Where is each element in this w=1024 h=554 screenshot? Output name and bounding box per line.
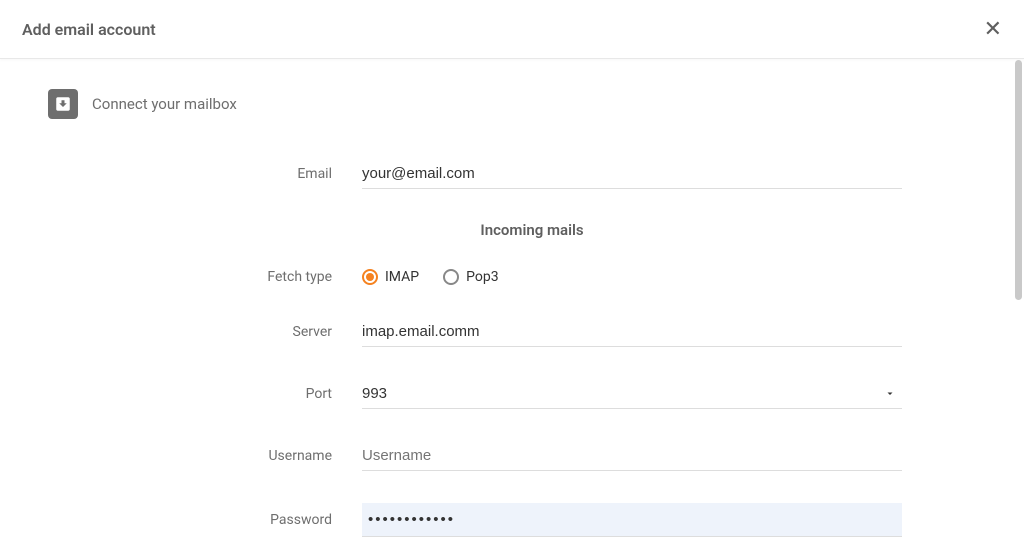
fetch-type-label: Fetch type — [162, 269, 362, 285]
dialog-header: Add email account ✕ — [0, 0, 1024, 59]
radio-pop3[interactable]: Pop3 — [443, 269, 498, 285]
username-row: Username — [162, 441, 902, 471]
incoming-section-title: Incoming mails — [162, 221, 902, 239]
email-row: Email — [162, 159, 902, 189]
section-heading: Connect your mailbox — [48, 89, 1024, 119]
port-row: Port — [162, 379, 902, 409]
server-label: Server — [162, 324, 362, 340]
fetch-type-radio-group: IMAP Pop3 — [362, 269, 902, 285]
inbox-download-icon — [48, 89, 78, 119]
radio-circle-icon — [443, 269, 459, 285]
radio-dot-icon — [366, 273, 374, 281]
port-label: Port — [162, 386, 362, 402]
email-input[interactable] — [362, 159, 902, 189]
password-row: Password — [162, 503, 902, 537]
username-input[interactable] — [362, 441, 902, 471]
scrollbar[interactable] — [1015, 60, 1022, 300]
form-area: Email Incoming mails Fetch type IMAP — [122, 159, 902, 554]
dialog-content: Connect your mailbox Email Incoming mail… — [0, 59, 1024, 554]
fetch-type-row: Fetch type IMAP Pop3 — [162, 269, 902, 285]
close-icon: ✕ — [984, 16, 1002, 41]
radio-pop3-label: Pop3 — [466, 269, 498, 285]
radio-circle-icon — [362, 269, 378, 285]
server-input[interactable] — [362, 317, 902, 347]
email-label: Email — [162, 166, 362, 182]
radio-imap[interactable]: IMAP — [362, 269, 419, 285]
username-label: Username — [162, 448, 362, 464]
section-heading-text: Connect your mailbox — [92, 95, 237, 113]
port-select[interactable] — [362, 379, 902, 409]
dialog-title: Add email account — [22, 20, 156, 39]
server-row: Server — [162, 317, 902, 347]
password-input[interactable] — [362, 503, 902, 537]
close-button[interactable]: ✕ — [984, 18, 1002, 40]
radio-imap-label: IMAP — [385, 269, 419, 285]
password-label: Password — [162, 512, 362, 528]
